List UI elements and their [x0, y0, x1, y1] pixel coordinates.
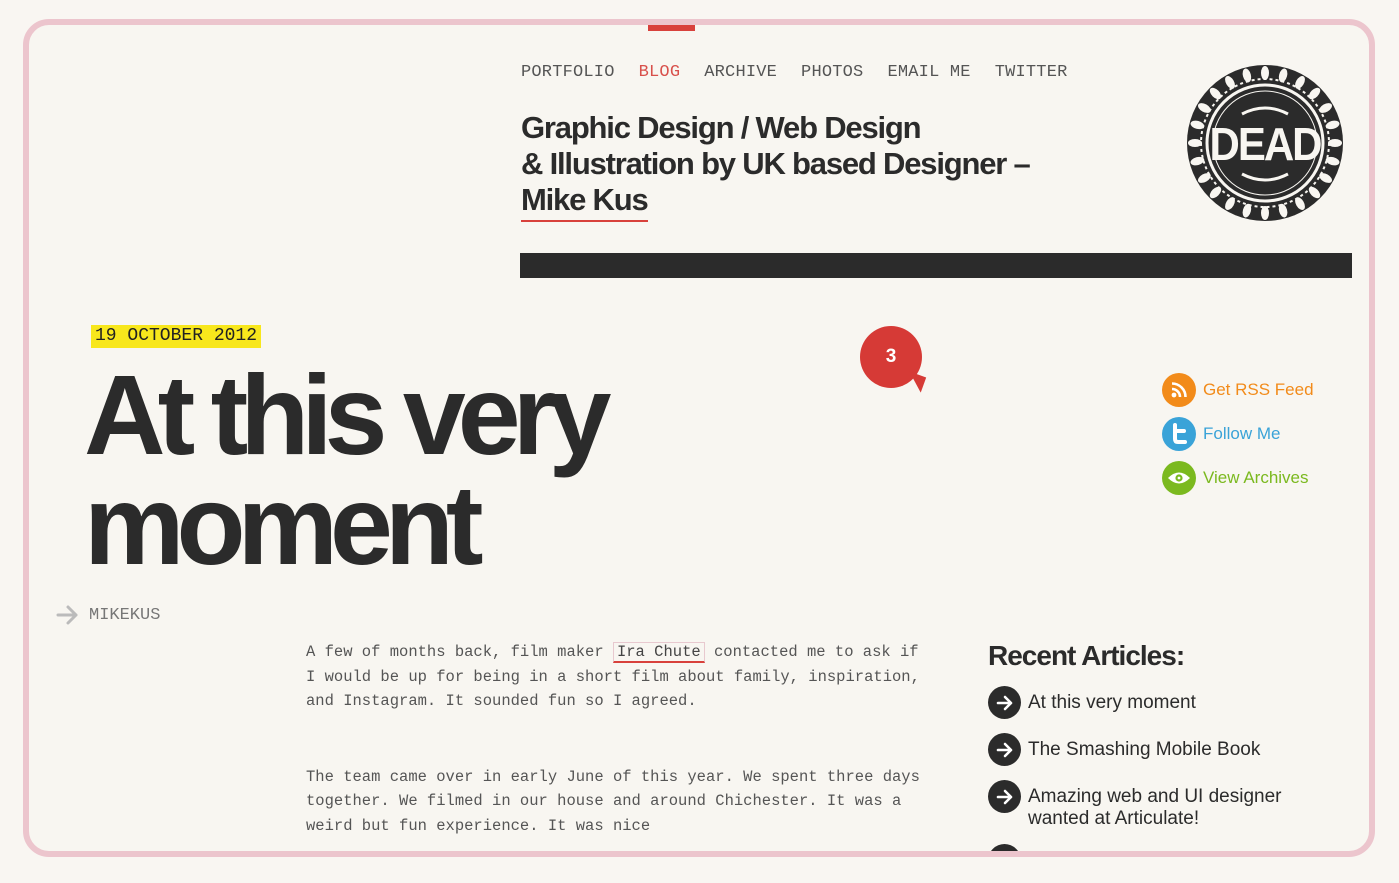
recent-articles: Recent Articles: At this very moment The… [988, 640, 1348, 851]
tagline-line-1: Graphic Design / Web Design [521, 110, 922, 145]
arrow-right-icon [56, 605, 78, 625]
nav-email-me[interactable]: EMAIL ME [887, 63, 970, 82]
follow-me-link[interactable]: Follow Me [1162, 417, 1314, 451]
site-owner-link[interactable]: Mike Kus [521, 182, 649, 222]
main-nav: PORTFOLIO BLOG ARCHIVE PHOTOS EMAIL ME T… [521, 63, 1092, 82]
list-item[interactable]: A new tool for front-end dev [988, 844, 1348, 851]
nav-archive[interactable]: ARCHIVE [704, 63, 777, 82]
arrow-circle-icon [988, 844, 1021, 851]
post-date: 19 OCTOBER 2012 [91, 325, 262, 348]
social-links: Get RSS Feed Follow Me View Archives [1162, 373, 1314, 505]
list-item[interactable]: The Smashing Mobile Book [988, 733, 1348, 766]
arrow-circle-icon [988, 686, 1021, 719]
post-title-line-1: At this very [84, 352, 611, 478]
nav-twitter[interactable]: TWITTER [995, 63, 1068, 82]
list-item[interactable]: At this very moment [988, 686, 1348, 719]
nav-portfolio[interactable]: PORTFOLIO [521, 63, 615, 82]
post-title-line-2: moment [84, 462, 483, 588]
rss-icon [1162, 373, 1196, 407]
nav-blog[interactable]: BLOG [639, 63, 681, 82]
logo-text: DEAD [1210, 119, 1322, 170]
active-nav-indicator [648, 25, 695, 31]
arrow-circle-icon [988, 733, 1021, 766]
view-archives-link[interactable]: View Archives [1162, 461, 1314, 495]
comment-count: 3 [885, 346, 897, 367]
recent-articles-heading: Recent Articles: [988, 640, 1185, 671]
dead-badge-logo: DEAD [1187, 65, 1343, 221]
post-body: A few of months back, film maker Ira Chu… [306, 640, 926, 851]
list-item[interactable]: Amazing web and UI designer wanted at Ar… [988, 780, 1348, 830]
site-tagline: Graphic Design / Web Design & Illustrati… [521, 110, 1081, 222]
rss-link[interactable]: Get RSS Feed [1162, 373, 1314, 407]
logo-leaf [1261, 206, 1269, 220]
speech-bubble-tail [903, 371, 927, 393]
post-paragraph: A few of months back, film maker Ira Chu… [306, 642, 920, 710]
logo-leaf [1328, 139, 1342, 147]
nav-photos[interactable]: PHOTOS [801, 63, 863, 82]
logo-leaf [1261, 66, 1269, 80]
post-title[interactable]: At this very moment [84, 352, 724, 588]
header-divider-bar [520, 253, 1352, 278]
arrow-circle-icon [988, 780, 1021, 813]
twitter-icon [1162, 417, 1196, 451]
post-paragraph: The team came over in early June of this… [306, 767, 920, 835]
browser-frame: PORTFOLIO BLOG ARCHIVE PHOTOS EMAIL ME T… [23, 19, 1375, 857]
logo-leaf [1188, 139, 1202, 147]
post-author[interactable]: MIKEKUS [55, 602, 160, 628]
tagline-line-2: & Illustration by UK based Designer – [521, 146, 1031, 181]
author-name: MIKEKUS [89, 605, 161, 625]
comment-count-badge[interactable]: 3 [860, 326, 927, 393]
eye-icon [1162, 461, 1196, 495]
ira-chute-link[interactable]: Ira Chute [612, 642, 705, 663]
